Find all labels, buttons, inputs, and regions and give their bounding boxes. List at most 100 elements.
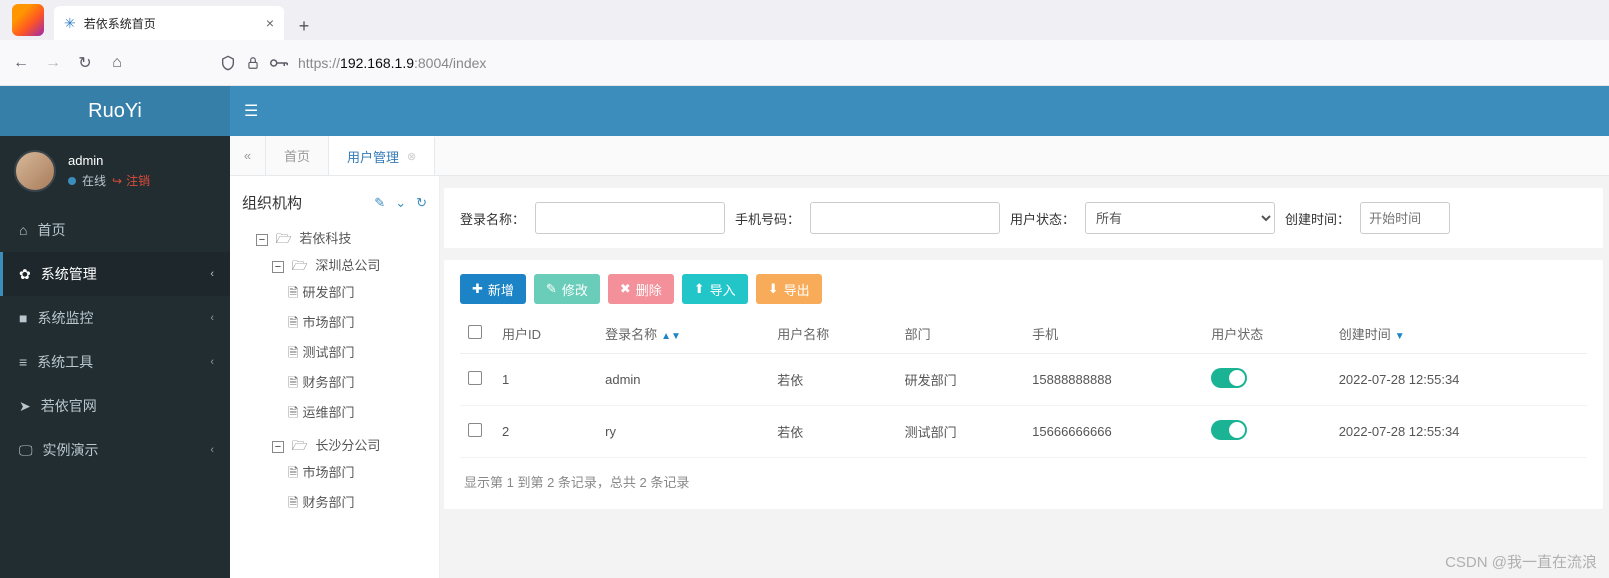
tree-node-leaf[interactable]: 🗎财务部门 — [288, 489, 429, 519]
tree-toggle-icon[interactable]: − — [272, 441, 284, 453]
tree-node-root[interactable]: − 🗁 若依科技 − 🗁 深圳总公司 🗎研发部门 🗎市场部门 — [256, 225, 429, 525]
sort-icon[interactable]: ▲▼ — [661, 331, 681, 342]
tree-node-leaf[interactable]: 🗎运维部门 — [288, 399, 429, 429]
file-icon: 🗎 — [288, 315, 298, 330]
col-phone[interactable]: 手机 — [1024, 314, 1203, 354]
filter-status-label: 用户状态： — [1010, 209, 1075, 228]
avatar[interactable] — [14, 150, 56, 192]
delete-icon: ✖ — [620, 281, 631, 297]
key-icon — [270, 56, 288, 70]
org-tree: − 🗁 若依科技 − 🗁 深圳总公司 🗎研发部门 🗎市场部门 — [240, 225, 429, 525]
sidebar-item-official-site[interactable]: ➤ 若依官网 — [0, 384, 230, 428]
pagination-info: 显示第 1 到第 2 条记录，总共 2 条记录 — [460, 458, 1587, 495]
folder-open-icon: 🗁 — [292, 258, 308, 273]
col-status[interactable]: 用户状态 — [1203, 314, 1330, 354]
send-icon: ➤ — [19, 398, 31, 415]
filter-create-start-input[interactable] — [1360, 202, 1450, 234]
sort-down-icon[interactable]: ▼ — [1395, 331, 1405, 342]
export-button[interactable]: ⬇导出 — [756, 274, 822, 304]
shield-icon — [220, 55, 236, 71]
tree-node-branch[interactable]: − 🗁 长沙分公司 🗎市场部门 🗎财务部门 — [272, 432, 429, 522]
tab-home[interactable]: 首页 — [266, 136, 329, 175]
sidebar-item-home[interactable]: ⌂ 首页 — [0, 208, 230, 252]
sidebar-nav: ⌂ 首页 ✿ 系统管理 ‹ ■ 系统监控 ‹ ≡ 系统工具 ‹ ➤ 若依官网 — [0, 208, 230, 472]
col-created[interactable]: 创建时间▼ — [1331, 314, 1587, 354]
col-user-id[interactable]: 用户ID — [494, 314, 597, 354]
filter-phone-label: 手机号码： — [735, 209, 800, 228]
tabs-collapse-button[interactable]: « — [230, 136, 266, 175]
sidebar-item-demo[interactable]: 🖵 实例演示 ‹ — [0, 428, 230, 472]
tab-favicon-icon: ✳ — [64, 15, 76, 32]
nav-back-button[interactable]: ← — [12, 54, 30, 72]
url-text: https://192.168.1.9:8004/index — [298, 55, 486, 71]
page-tabs: « 首页 用户管理 ⊗ — [230, 136, 1609, 176]
tree-toggle-icon[interactable]: − — [256, 234, 268, 246]
filter-card: 登录名称： 手机号码： 用户状态： 所有 创建时间： — [444, 188, 1603, 248]
org-panel: 组织机构 ✎ ⌄ ↻ − 🗁 若依科技 − — [230, 176, 440, 578]
sidebar-item-system-tools[interactable]: ≡ 系统工具 ‹ — [0, 340, 230, 384]
address-bar[interactable]: https://192.168.1.9:8004/index — [140, 55, 1597, 71]
table-row[interactable]: 2 ry 若依 测试部门 15666666666 2022-07-28 12:5… — [460, 406, 1587, 458]
folder-open-icon: 🗁 — [276, 231, 292, 246]
filter-login-label: 登录名称： — [460, 209, 525, 228]
sidebar: admin 在线 ↪ 注销 ⌂ 首页 ✿ 系统管理 ‹ — [0, 86, 230, 578]
col-dept[interactable]: 部门 — [897, 314, 1024, 354]
org-collapse-icon[interactable]: ⌄ — [395, 195, 406, 211]
sidebar-item-system-manage[interactable]: ✿ 系统管理 ‹ — [0, 252, 230, 296]
row-checkbox[interactable] — [468, 423, 482, 437]
org-edit-icon[interactable]: ✎ — [374, 195, 385, 211]
new-tab-button[interactable]: + — [290, 12, 318, 40]
online-label: 在线 — [82, 172, 106, 189]
brand-bar[interactable]: RuoYi — [0, 86, 230, 136]
tree-toggle-icon[interactable]: − — [272, 261, 284, 273]
row-checkbox[interactable] — [468, 371, 482, 385]
file-icon: 🗎 — [288, 495, 298, 510]
tab-user-manage[interactable]: 用户管理 ⊗ — [329, 136, 435, 175]
filter-status-select[interactable]: 所有 — [1085, 202, 1275, 234]
status-toggle[interactable] — [1211, 420, 1247, 440]
brand-text: RuoYi — [88, 100, 142, 123]
browser-tab-strip: ✳ 若依系统首页 × + — [0, 0, 1609, 40]
desktop-icon: 🖵 — [19, 442, 33, 459]
tree-node-leaf[interactable]: 🗎市场部门 — [288, 309, 429, 339]
user-name: admin — [68, 153, 150, 168]
toolbar: ✚新增 ✎修改 ✖删除 ⬆导入 ⬇导出 — [460, 274, 1587, 304]
col-login[interactable]: 登录名称▲▼ — [597, 314, 769, 354]
logout-link[interactable]: ↪ 注销 — [112, 172, 150, 189]
filter-phone-input[interactable] — [810, 202, 1000, 234]
hamburger-icon[interactable]: ☰ — [244, 101, 258, 121]
col-name[interactable]: 用户名称 — [769, 314, 896, 354]
user-table: 用户ID 登录名称▲▼ 用户名称 部门 手机 用户状态 创建时间▼ 1 — [460, 314, 1587, 458]
org-refresh-icon[interactable]: ↻ — [416, 195, 427, 211]
sidebar-item-system-monitor[interactable]: ■ 系统监控 ‹ — [0, 296, 230, 340]
nav-home-button[interactable]: ⌂ — [108, 54, 126, 72]
tree-node-branch[interactable]: − 🗁 深圳总公司 🗎研发部门 🗎市场部门 🗎测试部门 🗎财务部门 🗎运维部门 — [272, 252, 429, 432]
tree-node-leaf[interactable]: 🗎市场部门 — [288, 459, 429, 489]
gear-icon: ✿ — [19, 266, 31, 283]
app-topbar: ☰ — [230, 86, 1609, 136]
edit-button[interactable]: ✎修改 — [534, 274, 600, 304]
nav-reload-button[interactable]: ↻ — [76, 53, 94, 73]
home-icon: ⌂ — [19, 222, 27, 238]
status-toggle[interactable] — [1211, 368, 1247, 388]
tree-node-leaf[interactable]: 🗎研发部门 — [288, 279, 429, 309]
tab-close-icon[interactable]: × — [266, 15, 274, 31]
delete-button[interactable]: ✖删除 — [608, 274, 674, 304]
nav-forward-button[interactable]: → — [44, 54, 62, 72]
browser-toolbar: ← → ↻ ⌂ https://192.168.1.9:8004/index — [0, 40, 1609, 86]
checkbox-all[interactable] — [468, 325, 482, 339]
import-button[interactable]: ⬆导入 — [682, 274, 748, 304]
file-icon: 🗎 — [288, 345, 298, 360]
user-panel: admin 在线 ↪ 注销 — [0, 136, 230, 208]
folder-open-icon: 🗁 — [292, 438, 308, 453]
chevron-left-icon: ‹ — [210, 268, 214, 280]
tree-node-leaf[interactable]: 🗎财务部门 — [288, 369, 429, 399]
add-button[interactable]: ✚新增 — [460, 274, 526, 304]
tree-node-leaf[interactable]: 🗎测试部门 — [288, 339, 429, 369]
browser-tab-active[interactable]: ✳ 若依系统首页 × — [54, 6, 284, 40]
chevron-left-icon: ‹ — [210, 356, 214, 368]
chevron-left-icon: ‹ — [210, 312, 214, 324]
table-row[interactable]: 1 admin 若依 研发部门 15888888888 2022-07-28 1… — [460, 354, 1587, 406]
filter-login-input[interactable] — [535, 202, 725, 234]
tab-close-icon[interactable]: ⊗ — [407, 150, 416, 163]
